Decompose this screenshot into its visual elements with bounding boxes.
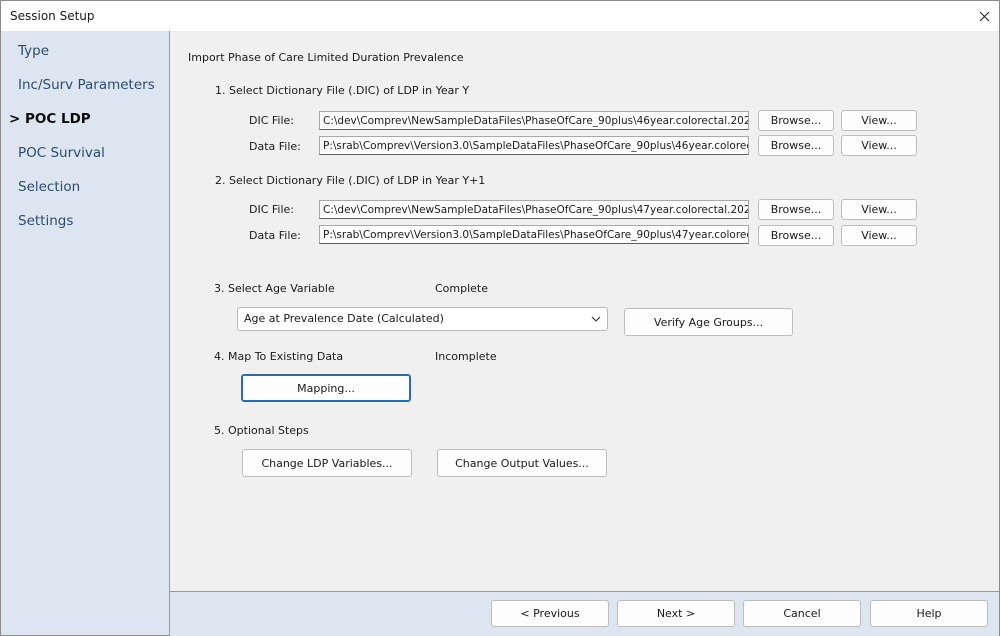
step2-data-browse-button[interactable]: Browse... — [758, 225, 834, 246]
step2-data-label: Data File: — [249, 229, 301, 242]
step2-title: 2. Select Dictionary File (.DIC) of LDP … — [215, 174, 486, 187]
verify-age-groups-button[interactable]: Verify Age Groups... — [624, 308, 793, 336]
chevron-down-icon — [591, 308, 601, 338]
step1-data-view-button[interactable]: View... — [841, 135, 917, 156]
step2-dic-label: DIC File: — [249, 203, 295, 216]
step1-dic-file-field[interactable]: C:\dev\Comprev\NewSampleDataFiles\PhaseO… — [319, 111, 749, 130]
step2-dic-file-field[interactable]: C:\dev\Comprev\NewSampleDataFiles\PhaseO… — [319, 200, 749, 219]
session-setup-dialog: Session Setup Type Inc/Surv Parameters >… — [0, 0, 1000, 636]
cancel-button[interactable]: Cancel — [743, 600, 861, 627]
step4-title: 4. Map To Existing Data — [214, 350, 344, 363]
sidebar-item-settings[interactable]: Settings — [18, 213, 73, 229]
close-button[interactable] — [969, 1, 999, 31]
step3-title: 3. Select Age Variable — [214, 282, 335, 295]
sidebar-item-inc-surv-parameters[interactable]: Inc/Surv Parameters — [18, 77, 155, 93]
next-button[interactable]: Next > — [617, 600, 735, 627]
age-variable-selected: Age at Prevalence Date (Calculated) — [244, 312, 444, 325]
mapping-button[interactable]: Mapping... — [241, 374, 411, 402]
step1-data-label: Data File: — [249, 140, 301, 153]
age-variable-dropdown[interactable]: Age at Prevalence Date (Calculated) — [237, 307, 608, 331]
sidebar: Type Inc/Surv Parameters > POC LDP POC S… — [1, 31, 170, 635]
change-output-values-button[interactable]: Change Output Values... — [437, 449, 607, 477]
step2-dic-view-button[interactable]: View... — [841, 199, 917, 220]
main-panel: Import Phase of Care Limited Duration Pr… — [170, 31, 999, 591]
step1-data-browse-button[interactable]: Browse... — [758, 135, 834, 156]
sidebar-item-poc-survival[interactable]: POC Survival — [18, 145, 105, 161]
step1-dic-view-button[interactable]: View... — [841, 110, 917, 131]
step3-status: Complete — [435, 282, 489, 295]
step2-data-file-field[interactable]: P:\srab\Comprev\Version3.0\SampleDataFil… — [319, 225, 749, 244]
step1-dic-label: DIC File: — [249, 114, 295, 127]
close-icon — [979, 11, 989, 21]
step1-data-file-field[interactable]: P:\srab\Comprev\Version3.0\SampleDataFil… — [319, 136, 749, 155]
footer-bar: < Previous Next > Cancel Help — [170, 591, 999, 636]
sidebar-item-selection[interactable]: Selection — [18, 179, 80, 195]
previous-button[interactable]: < Previous — [491, 600, 609, 627]
page-heading: Import Phase of Care Limited Duration Pr… — [188, 51, 464, 64]
step2-data-view-button[interactable]: View... — [841, 225, 917, 246]
step1-title: 1. Select Dictionary File (.DIC) of LDP … — [215, 84, 470, 97]
help-button[interactable]: Help — [870, 600, 988, 627]
step5-title: 5. Optional Steps — [214, 424, 309, 437]
window-title: Session Setup — [10, 9, 95, 23]
step4-status: Incomplete — [435, 350, 497, 363]
change-ldp-variables-button[interactable]: Change LDP Variables... — [242, 449, 412, 477]
sidebar-item-type[interactable]: Type — [18, 43, 49, 59]
sidebar-item-poc-ldp[interactable]: > POC LDP — [9, 111, 91, 127]
step1-dic-browse-button[interactable]: Browse... — [758, 110, 834, 131]
title-bar: Session Setup — [1, 1, 999, 31]
step2-dic-browse-button[interactable]: Browse... — [758, 199, 834, 220]
